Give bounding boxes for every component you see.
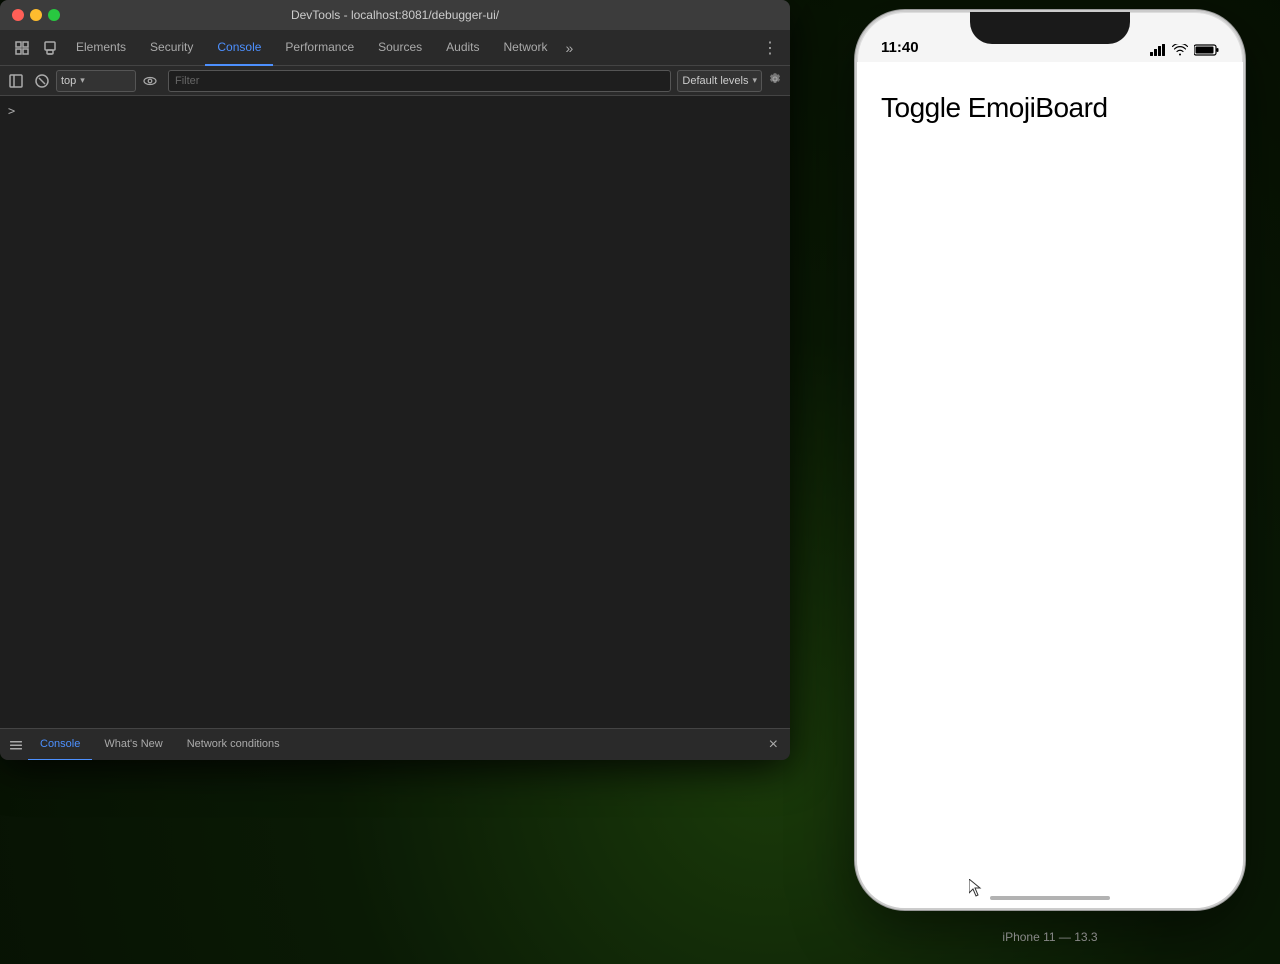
iphone-frame: 11:40 (855, 10, 1245, 910)
console-toolbar: top ▾ Default levels ▾ (0, 66, 790, 96)
inspect-icon[interactable] (8, 34, 36, 62)
settings-gear-icon[interactable] (764, 72, 786, 89)
bottom-drawer: Console What's New Network conditions × (0, 728, 790, 760)
devtools-tabbar: Elements Security Console Performance So… (0, 30, 790, 66)
tab-audits[interactable]: Audits (434, 30, 491, 66)
devtools-more-options[interactable]: ⋮ (758, 38, 782, 58)
context-selector[interactable]: top ▾ (56, 70, 136, 92)
close-button[interactable] (12, 9, 24, 21)
window-title: DevTools - localhost:8081/debugger-ui/ (291, 8, 499, 22)
iphone-mockup: 11:40 (820, 0, 1280, 964)
tab-performance[interactable]: Performance (273, 30, 366, 66)
tab-network[interactable]: Network (492, 30, 560, 66)
home-indicator (990, 896, 1110, 900)
device-toolbar-icon[interactable] (36, 34, 64, 62)
filter-input[interactable] (168, 70, 671, 92)
console-area: > (0, 96, 790, 728)
maximize-button[interactable] (48, 9, 60, 21)
iphone-content: Toggle EmojiBoard (857, 62, 1243, 908)
tab-console[interactable]: Console (205, 30, 273, 66)
app-title: Toggle EmojiBoard (881, 92, 1108, 124)
titlebar: DevTools - localhost:8081/debugger-ui/ (0, 0, 790, 30)
console-prompt: > (8, 104, 15, 118)
status-icons (1150, 44, 1219, 56)
clear-console-icon[interactable] (30, 69, 54, 93)
signal-icon (1150, 44, 1166, 56)
log-levels-selector[interactable]: Default levels ▾ (677, 70, 762, 92)
drawer-tab-network-conditions[interactable]: Network conditions (175, 729, 292, 761)
devtools-window: DevTools - localhost:8081/debugger-ui/ E… (0, 0, 790, 760)
eye-icon[interactable] (138, 69, 162, 93)
iphone-notch (970, 12, 1130, 44)
tab-overflow-button[interactable]: » (560, 40, 580, 56)
drawer-close-button[interactable]: × (761, 736, 786, 754)
drawer-tab-whats-new[interactable]: What's New (92, 729, 174, 761)
tab-security[interactable]: Security (138, 30, 205, 66)
iphone-model-label: iPhone 11 — 13.3 (1002, 930, 1097, 944)
panel-left-icon[interactable] (4, 69, 28, 93)
drawer-tab-console[interactable]: Console (28, 729, 92, 761)
battery-icon (1194, 44, 1219, 56)
wifi-icon (1172, 44, 1188, 56)
tab-elements[interactable]: Elements (64, 30, 138, 66)
tab-sources[interactable]: Sources (366, 30, 434, 66)
minimize-button[interactable] (30, 9, 42, 21)
traffic-lights (12, 9, 60, 21)
drawer-toggle-icon[interactable] (4, 733, 28, 757)
